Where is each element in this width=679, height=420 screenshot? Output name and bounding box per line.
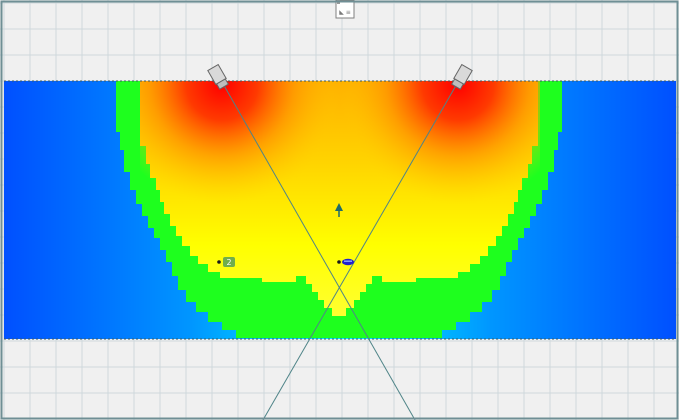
hotspot-right — [140, 81, 540, 241]
coverage-diagram: 2 ◣ ≡ — [0, 0, 679, 420]
top-widget-label: ◣ ≡ — [339, 9, 351, 16]
top-center-widget-icon[interactable]: ◣ ≡ — [335, 0, 355, 19]
numbered-marker-label: 2 — [226, 258, 231, 267]
heatmap-canvas: 2 ◣ ≡ — [0, 0, 679, 420]
